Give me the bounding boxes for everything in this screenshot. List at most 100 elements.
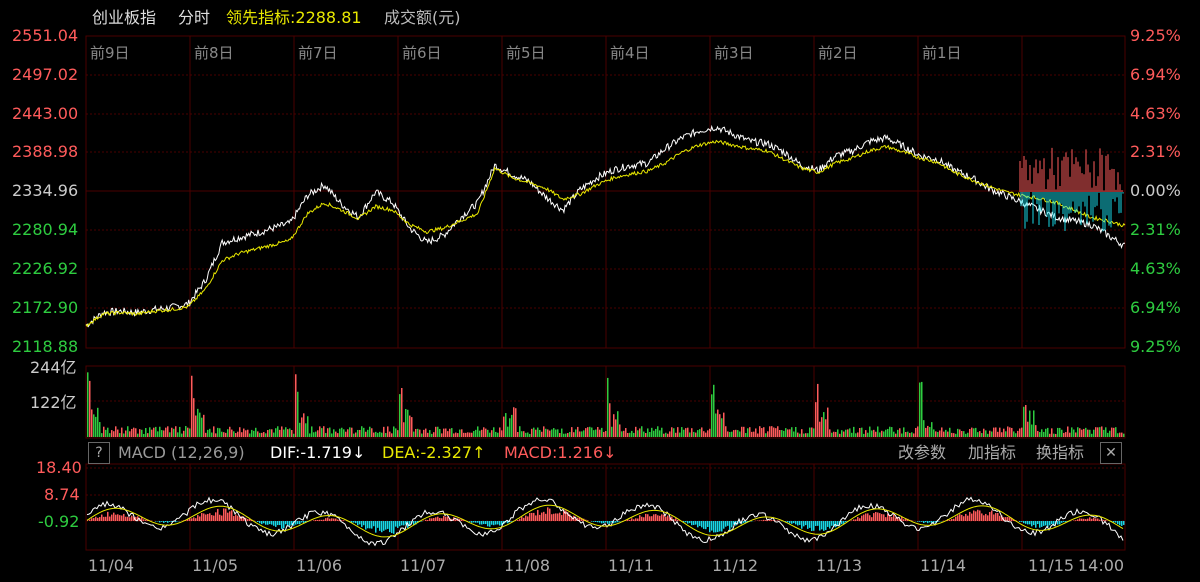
volume-bar — [953, 433, 955, 437]
macd-bar — [657, 515, 659, 521]
macd-bar — [119, 515, 121, 521]
macd-bar — [989, 512, 991, 521]
macd-bar — [227, 512, 229, 521]
volume-bar — [277, 426, 279, 437]
volume-bar — [451, 428, 453, 437]
volume-bar — [943, 431, 945, 437]
date-label: 11/15 — [1028, 556, 1075, 575]
intraday-chart[interactable] — [0, 0, 1200, 582]
volume-bar — [195, 415, 197, 437]
volume-bar — [663, 433, 665, 437]
volume-bar — [577, 426, 579, 437]
volume-bar — [601, 427, 603, 437]
volume-bar — [825, 419, 827, 437]
volume-bar — [1007, 426, 1009, 437]
switch-indicator-button[interactable]: 换指标 — [1036, 440, 1084, 466]
volume-bar — [305, 423, 307, 437]
volume-bar — [219, 428, 221, 437]
volume-bar — [853, 426, 855, 437]
modify-params-button[interactable]: 改参数 — [898, 440, 946, 466]
volume-bar — [173, 428, 175, 437]
macd-bar — [233, 516, 235, 521]
macd-bar — [725, 521, 727, 527]
macd-bar — [865, 513, 867, 521]
macd-bar — [525, 515, 527, 521]
macd-bar — [885, 517, 887, 521]
close-icon[interactable]: ✕ — [1100, 442, 1122, 464]
day-label: 前6日 — [402, 44, 442, 62]
volume-bar — [229, 426, 231, 437]
macd-bar — [363, 521, 365, 526]
volume-bar — [747, 428, 749, 437]
macd-bar — [205, 514, 207, 521]
volume-bar — [773, 427, 775, 437]
macd-bar — [143, 519, 145, 521]
volume-bar — [403, 422, 405, 437]
volume-bar — [1083, 428, 1085, 437]
macd-bar — [639, 515, 641, 521]
volume-bar — [117, 429, 119, 437]
volume-bar — [511, 414, 513, 437]
help-icon[interactable]: ? — [88, 442, 110, 464]
macd-title[interactable]: MACD (12,26,9) — [118, 440, 245, 466]
volume-bar — [599, 429, 601, 437]
volume-bar — [1091, 433, 1093, 437]
volume-bar — [163, 430, 165, 437]
volume-bar — [979, 431, 981, 437]
macd-bar — [803, 521, 805, 527]
volume-bar — [413, 431, 415, 437]
volume-bar — [285, 427, 287, 437]
volume-bar — [757, 433, 759, 437]
volume-bar — [307, 416, 309, 437]
volume-bar — [257, 431, 259, 437]
volume-bar — [299, 422, 301, 437]
macd-bar — [793, 521, 795, 524]
macd-bar — [203, 513, 205, 521]
add-indicator-button[interactable]: 加指标 — [968, 440, 1016, 466]
volume-bar — [477, 426, 479, 437]
macd-bar — [1091, 518, 1093, 521]
macd-bar — [499, 521, 501, 526]
volume-bar — [899, 428, 901, 437]
price-tick: 2118.88 — [12, 337, 79, 356]
macd-bar — [633, 519, 635, 521]
volume-bar — [583, 430, 585, 437]
volume-bar — [379, 431, 381, 437]
volume-bar — [913, 433, 915, 437]
macd-bar — [963, 516, 965, 521]
volume-bar — [745, 432, 747, 437]
macd-bar — [981, 513, 983, 521]
volume-bar — [731, 431, 733, 437]
macd-bar — [799, 521, 801, 525]
macd-bar — [727, 521, 729, 526]
macd-bar — [333, 518, 335, 521]
macd-bar — [797, 521, 799, 526]
volume-bar — [1017, 430, 1019, 437]
volume-bar — [917, 426, 919, 437]
volume-bar — [927, 425, 929, 437]
volume-bar — [225, 432, 227, 437]
volume-bar — [845, 429, 847, 437]
volume-bar — [1047, 427, 1049, 437]
macd-bar — [699, 521, 701, 526]
volume-bar — [1009, 427, 1011, 437]
volume-bar — [1085, 427, 1087, 437]
date-label: 11/07 — [400, 556, 447, 575]
volume-bar — [999, 427, 1001, 437]
volume-bar — [823, 412, 825, 437]
volume-bar — [741, 426, 743, 437]
macd-bar — [821, 521, 823, 530]
volume-bar — [735, 429, 737, 437]
price-tick: 2551.04 — [12, 26, 79, 45]
volume-bar — [949, 427, 951, 437]
volume-bar — [91, 409, 93, 437]
macd-bar — [811, 521, 813, 532]
macd-bar — [1027, 521, 1029, 525]
volume-bar — [361, 426, 363, 437]
volume-bar — [991, 431, 993, 437]
volume-bar — [777, 426, 779, 437]
macd-bar — [919, 521, 921, 522]
volume-bar — [805, 433, 807, 437]
macd-bar — [391, 521, 393, 534]
volume-bar — [443, 428, 445, 437]
